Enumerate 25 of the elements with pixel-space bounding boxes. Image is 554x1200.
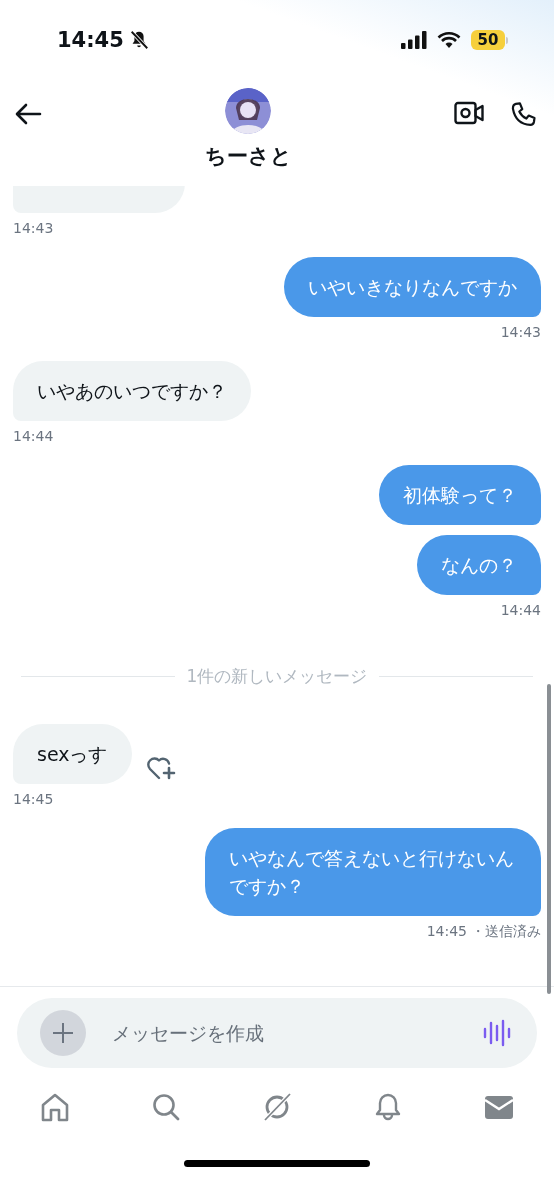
message-time: 14:43 (13, 219, 54, 237)
message-time: 14:44 (500, 601, 541, 619)
voice-message-icon[interactable] (483, 1019, 511, 1047)
received-message: いやあのいつですか？ (13, 361, 251, 421)
new-messages-label: 1件の新しいメッセージ (186, 665, 368, 688)
plus-icon[interactable] (52, 1022, 74, 1044)
sent-message: なんの？ (417, 535, 541, 595)
sent-status: ・送信済み (471, 922, 541, 940)
message-field[interactable]: メッセージを作成 (110, 1021, 483, 1045)
received-message: sexっす (13, 724, 132, 784)
signal-icon (401, 31, 427, 49)
contact-name: ちーさと (204, 143, 292, 170)
add-attachment-button[interactable] (40, 1010, 86, 1056)
battery-level: 50 (471, 30, 505, 50)
back-button[interactable] (14, 102, 42, 126)
status-time: 14:45 (57, 28, 124, 52)
message-time: 14:44 (13, 427, 54, 445)
sent-message: 初体験って？ (379, 465, 541, 525)
message-time: 14:45 (426, 922, 467, 940)
sent-message: いやなんで答えないと行けないんですか？ (205, 828, 541, 916)
message-time: 14:45 (13, 790, 54, 808)
message-time: 14:43 (500, 323, 541, 341)
phone-call-button[interactable] (510, 101, 538, 129)
sent-message: いやいきなりなんですか (284, 257, 541, 317)
wifi-icon (437, 31, 461, 49)
